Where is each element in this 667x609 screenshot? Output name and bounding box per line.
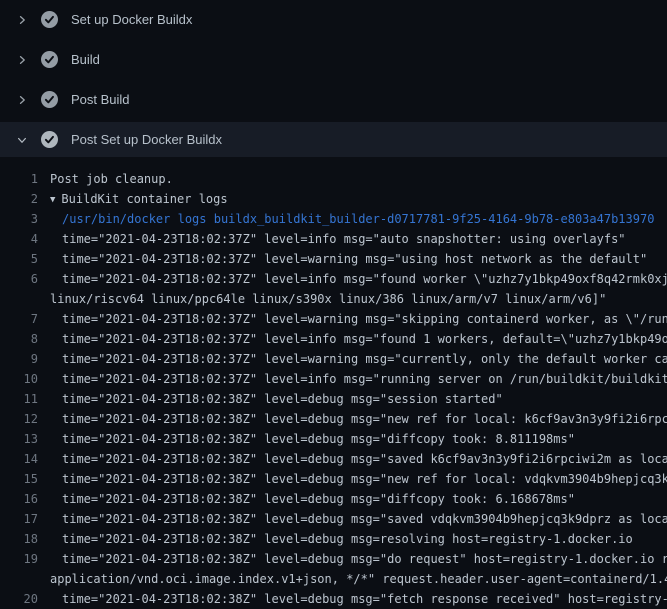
chevron-right-icon	[14, 52, 30, 68]
log-line: 15 time="2021-04-23T18:02:38Z" level=deb…	[0, 469, 667, 489]
chevron-right-icon	[14, 92, 30, 108]
log-line-wrap-continuation: application/vnd.oci.image.index.v1+json,…	[0, 569, 667, 589]
step-label: Post Build	[71, 92, 130, 107]
log-line-number[interactable]: 7	[0, 309, 38, 329]
group-expander-down-icon[interactable]: ▼	[50, 195, 55, 205]
check-circle-icon	[41, 91, 58, 108]
step-label: Post Set up Docker Buildx	[71, 132, 222, 147]
log-line: 11 time="2021-04-23T18:02:38Z" level=deb…	[0, 389, 667, 409]
log-line-text: linux/riscv64 linux/ppc64le linux/s390x …	[50, 289, 606, 309]
log-line-number[interactable]: 8	[0, 329, 38, 349]
log-command-text: /usr/bin/docker logs buildx_buildkit_bui…	[62, 209, 654, 229]
step-label: Build	[71, 52, 100, 67]
log-line-text: time="2021-04-23T18:02:38Z" level=debug …	[62, 489, 575, 509]
log-line-number[interactable]: 14	[0, 449, 38, 469]
group-title: BuildKit container logs	[61, 192, 227, 206]
log-line: 1 Post job cleanup.	[0, 169, 667, 189]
check-circle-icon	[41, 51, 58, 68]
check-circle-icon	[41, 131, 58, 148]
log-line-text: time="2021-04-23T18:02:37Z" level=info m…	[62, 369, 667, 389]
log-line-text: time="2021-04-23T18:02:37Z" level=warnin…	[62, 249, 647, 269]
log-line-command: 3 /usr/bin/docker logs buildx_buildkit_b…	[0, 209, 667, 229]
log-line: 18 time="2021-04-23T18:02:38Z" level=deb…	[0, 529, 667, 549]
log-line: 19 time="2021-04-23T18:02:38Z" level=deb…	[0, 549, 667, 569]
log-line-text: time="2021-04-23T18:02:38Z" level=debug …	[62, 549, 667, 569]
log-line-text: time="2021-04-23T18:02:38Z" level=debug …	[62, 389, 503, 409]
log-line-wrap-continuation: linux/riscv64 linux/ppc64le linux/s390x …	[0, 289, 667, 309]
log-line-number[interactable]: 16	[0, 489, 38, 509]
step-header-post-build[interactable]: Post Build	[0, 82, 667, 117]
log-line-number[interactable]: 3	[0, 209, 38, 229]
log-line: 20 time="2021-04-23T18:02:38Z" level=deb…	[0, 589, 667, 609]
log-line-number[interactable]: 10	[0, 369, 38, 389]
log-line-text: time="2021-04-23T18:02:37Z" level=warnin…	[62, 349, 667, 369]
log-line-text: time="2021-04-23T18:02:37Z" level=warnin…	[62, 309, 667, 329]
log-line-number[interactable]: 19	[0, 549, 38, 569]
step-header-post-set-up-docker-buildx[interactable]: Post Set up Docker Buildx	[0, 122, 667, 157]
log-line-text[interactable]: ▼ BuildKit container logs	[50, 189, 228, 209]
log-line-number[interactable]: 18	[0, 529, 38, 549]
log-line-number	[0, 569, 38, 589]
log-line-text: time="2021-04-23T18:02:37Z" level=info m…	[62, 329, 667, 349]
step-label: Set up Docker Buildx	[71, 12, 192, 27]
log-line: 4 time="2021-04-23T18:02:37Z" level=info…	[0, 229, 667, 249]
log-line: 9 time="2021-04-23T18:02:37Z" level=warn…	[0, 349, 667, 369]
log-line-number[interactable]: 13	[0, 429, 38, 449]
log-line-number[interactable]: 1	[0, 169, 38, 189]
chevron-down-icon	[14, 132, 30, 148]
log-line-text: time="2021-04-23T18:02:38Z" level=debug …	[62, 529, 633, 549]
log-line: 16 time="2021-04-23T18:02:38Z" level=deb…	[0, 489, 667, 509]
log-line: 14 time="2021-04-23T18:02:38Z" level=deb…	[0, 449, 667, 469]
step-header-set-up-docker-buildx[interactable]: Set up Docker Buildx	[0, 2, 667, 37]
log-line: 7 time="2021-04-23T18:02:37Z" level=warn…	[0, 309, 667, 329]
log-line-text: time="2021-04-23T18:02:37Z" level=info m…	[62, 229, 626, 249]
log-line-number[interactable]: 12	[0, 409, 38, 429]
log-line: 17 time="2021-04-23T18:02:38Z" level=deb…	[0, 509, 667, 529]
log-line-text: time="2021-04-23T18:02:38Z" level=debug …	[62, 469, 667, 489]
log-line-number[interactable]: 5	[0, 249, 38, 269]
log-line-number[interactable]: 17	[0, 509, 38, 529]
log-line-number	[0, 289, 38, 309]
log-line-text: time="2021-04-23T18:02:38Z" level=debug …	[62, 409, 667, 429]
log-line-number[interactable]: 9	[0, 349, 38, 369]
log-line-number[interactable]: 2	[0, 189, 38, 209]
log-line-number[interactable]: 4	[0, 229, 38, 249]
log-line-text: time="2021-04-23T18:02:38Z" level=debug …	[62, 449, 667, 469]
log-line: 8 time="2021-04-23T18:02:37Z" level=info…	[0, 329, 667, 349]
check-circle-icon	[41, 11, 58, 28]
step-header-build[interactable]: Build	[0, 42, 667, 77]
steps-list: Set up Docker Buildx Build Post Build Po…	[0, 0, 667, 157]
log-panel: 1 Post job cleanup. 2 ▼ BuildKit containe…	[0, 169, 667, 609]
log-line-text: time="2021-04-23T18:02:38Z" level=debug …	[62, 589, 667, 609]
log-line: 5 time="2021-04-23T18:02:37Z" level=warn…	[0, 249, 667, 269]
log-line-group-header: 2 ▼ BuildKit container logs	[0, 189, 667, 209]
log-line-text: time="2021-04-23T18:02:37Z" level=info m…	[62, 269, 667, 289]
log-line: 12 time="2021-04-23T18:02:38Z" level=deb…	[0, 409, 667, 429]
log-line-number[interactable]: 20	[0, 589, 38, 609]
log-line-text: time="2021-04-23T18:02:38Z" level=debug …	[62, 429, 575, 449]
log-line: 6 time="2021-04-23T18:02:37Z" level=info…	[0, 269, 667, 289]
log-line-text: time="2021-04-23T18:02:38Z" level=debug …	[62, 509, 667, 529]
log-line-number[interactable]: 6	[0, 269, 38, 289]
log-line: 13 time="2021-04-23T18:02:38Z" level=deb…	[0, 429, 667, 449]
log-line: 10 time="2021-04-23T18:02:37Z" level=inf…	[0, 369, 667, 389]
log-line-number[interactable]: 15	[0, 469, 38, 489]
chevron-right-icon	[14, 12, 30, 28]
log-line-number[interactable]: 11	[0, 389, 38, 409]
log-line-text: application/vnd.oci.image.index.v1+json,…	[50, 569, 667, 589]
log-line-text: Post job cleanup.	[50, 169, 173, 189]
